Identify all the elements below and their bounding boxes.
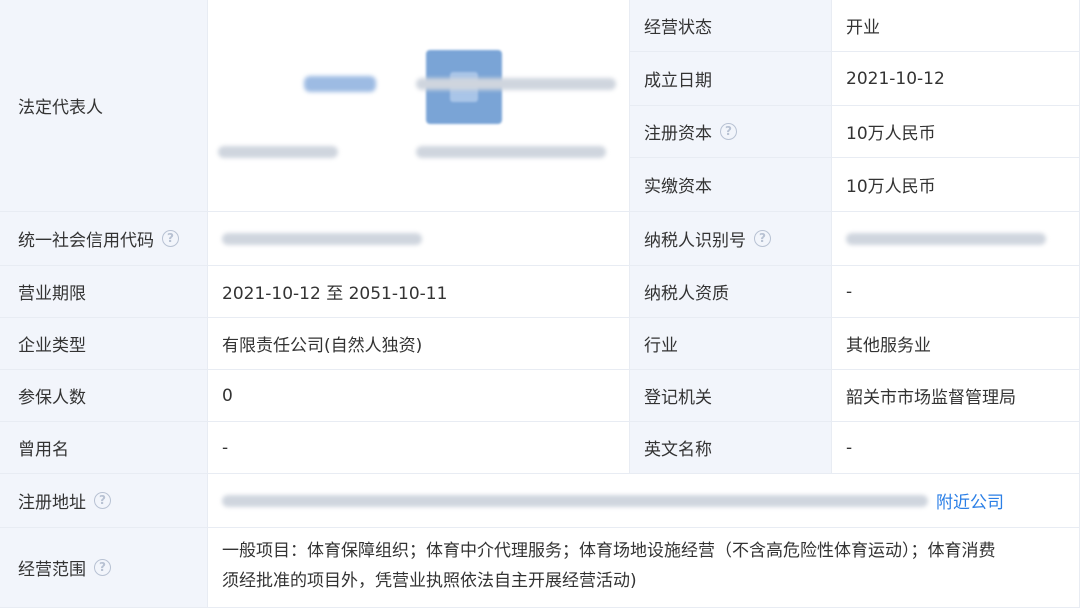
reg-capital-label-cell: 注册资本 ?	[630, 106, 832, 158]
legal-rep-label-cell: 法定代表人	[0, 0, 208, 212]
company-info-table: 法定代表人 经营状态 开业 成立日期 2021-10-12 注册资本 ? 10万…	[0, 0, 1080, 608]
industry-value-cell: 其他服务业	[832, 318, 1080, 370]
status-value: 开业	[846, 18, 880, 38]
scope-value-cell: 一般项目：体育保障组织；体育中介代理服务；体育场地设施经营（不含高危险性体育运动…	[208, 528, 1080, 608]
address-value-cell: 附近公司	[208, 474, 1080, 528]
authority-label: 登记机关	[644, 388, 712, 408]
former-name-value-cell: -	[208, 422, 630, 474]
credit-code-value-cell	[208, 212, 630, 266]
status-value-cell: 开业	[832, 0, 1080, 52]
reg-capital-value-cell: 10万人民币	[832, 106, 1080, 158]
scope-line-2: 须经批准的项目外，凭营业执照依法自主开展经营活动)	[222, 571, 637, 591]
nearby-companies-link[interactable]: 附近公司	[936, 488, 1004, 513]
former-name-label-cell: 曾用名	[0, 422, 208, 474]
scope-label-cell: 经营范围 ?	[0, 528, 208, 608]
company-type-value: 有限责任公司(自然人独资)	[222, 336, 423, 356]
english-name-value: -	[846, 437, 853, 458]
address-label-cell: 注册地址 ?	[0, 474, 208, 528]
address-value-blurred	[222, 494, 928, 507]
taxpayer-id-value-cell	[832, 212, 1080, 266]
status-label-cell: 经营状态	[630, 0, 832, 52]
reg-capital-value: 10万人民币	[846, 124, 936, 144]
question-circle-icon[interactable]: ?	[162, 230, 179, 247]
credit-code-value-blurred	[222, 232, 422, 245]
company-type-value-cell: 有限责任公司(自然人独资)	[208, 318, 630, 370]
industry-label: 行业	[644, 336, 678, 356]
term-value: 2021-10-12 至 2051-10-11	[222, 284, 448, 304]
founded-value-cell: 2021-10-12	[832, 52, 1080, 106]
status-label: 经营状态	[644, 18, 712, 38]
paid-capital-value: 10万人民币	[846, 177, 936, 197]
legal-rep-region-blurred	[218, 146, 338, 158]
industry-label-cell: 行业	[630, 318, 832, 370]
credit-code-label: 统一社会信用代码	[18, 231, 154, 251]
authority-value: 韶关市市场监督管理局	[846, 388, 1016, 408]
address-label: 注册地址	[18, 493, 86, 513]
legal-rep-value-cell[interactable]	[208, 0, 630, 212]
taxpayer-qual-label: 纳税人资质	[644, 284, 729, 304]
question-circle-icon[interactable]: ?	[720, 123, 737, 140]
legal-rep-name-blurred[interactable]	[304, 76, 376, 92]
english-name-label: 英文名称	[644, 440, 712, 460]
question-circle-icon[interactable]: ?	[94, 492, 111, 509]
founded-label-cell: 成立日期	[630, 52, 832, 106]
insured-label-cell: 参保人数	[0, 370, 208, 422]
reg-capital-label: 注册资本	[644, 124, 712, 144]
authority-label-cell: 登记机关	[630, 370, 832, 422]
founded-value: 2021-10-12	[846, 68, 945, 89]
paid-capital-label: 实缴资本	[644, 177, 712, 197]
taxpayer-id-label-cell: 纳税人识别号 ?	[630, 212, 832, 266]
authority-value-cell: 韶关市市场监督管理局	[832, 370, 1080, 422]
term-value-cell: 2021-10-12 至 2051-10-11	[208, 266, 630, 318]
scope-line-1: 一般项目：体育保障组织；体育中介代理服务；体育场地设施经营（不含高危险性体育运动…	[222, 541, 996, 561]
scope-label: 经营范围	[18, 560, 86, 580]
taxpayer-qual-value: -	[846, 281, 853, 302]
legal-rep-company-blurred	[416, 78, 616, 90]
industry-value: 其他服务业	[846, 336, 931, 356]
taxpayer-qual-label-cell: 纳税人资质	[630, 266, 832, 318]
former-name-label: 曾用名	[18, 440, 69, 460]
english-name-value-cell: -	[832, 422, 1080, 474]
insured-label: 参保人数	[18, 388, 86, 408]
legal-rep-detail-blurred	[416, 146, 606, 158]
question-circle-icon[interactable]: ?	[94, 559, 111, 576]
insured-value-cell: 0	[208, 370, 630, 422]
question-circle-icon[interactable]: ?	[754, 230, 771, 247]
paid-capital-value-cell: 10万人民币	[832, 158, 1080, 212]
insured-value: 0	[222, 385, 233, 406]
paid-capital-label-cell: 实缴资本	[630, 158, 832, 212]
company-type-label-cell: 企业类型	[0, 318, 208, 370]
taxpayer-id-label: 纳税人识别号	[644, 231, 746, 251]
term-label-cell: 营业期限	[0, 266, 208, 318]
taxpayer-qual-value-cell: -	[832, 266, 1080, 318]
credit-code-label-cell: 统一社会信用代码 ?	[0, 212, 208, 266]
english-name-label-cell: 英文名称	[630, 422, 832, 474]
taxpayer-id-value-blurred	[846, 232, 1046, 245]
company-type-label: 企业类型	[18, 336, 86, 356]
founded-label: 成立日期	[644, 71, 712, 91]
former-name-value: -	[222, 437, 229, 458]
legal-rep-label: 法定代表人	[18, 98, 103, 118]
term-label: 营业期限	[18, 284, 86, 304]
